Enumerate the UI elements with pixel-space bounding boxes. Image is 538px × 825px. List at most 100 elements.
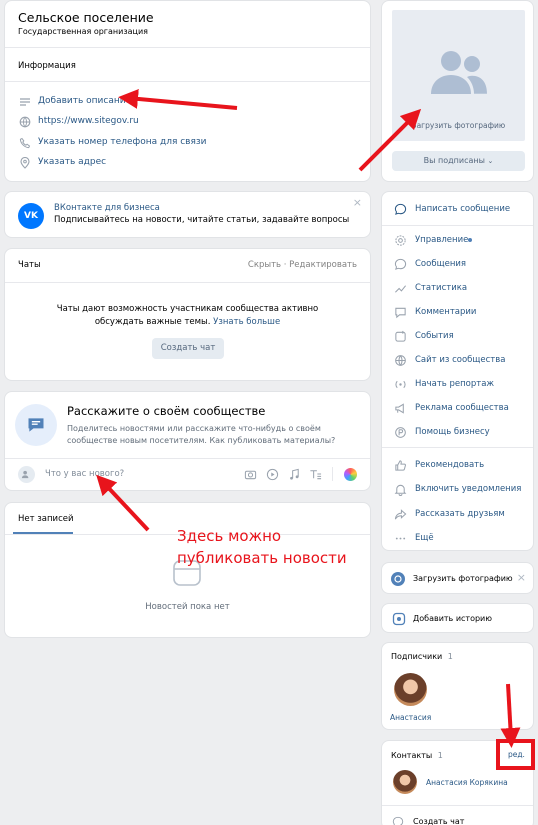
text-format-icon[interactable] bbox=[309, 468, 322, 481]
add-description-row[interactable]: Добавить описание bbox=[5, 93, 205, 111]
chevron-down-icon: ⌄ bbox=[487, 157, 494, 165]
write-message-item[interactable]: Написать сообщение bbox=[392, 199, 532, 219]
vk-business-card[interactable]: VK ВКонтакте для бизнеса Подписывайтесь … bbox=[4, 191, 371, 238]
promo-composer-card: Расскажите о своём сообществе Поделитесь… bbox=[4, 391, 371, 491]
tab-no-posts[interactable]: Нет записей bbox=[18, 514, 74, 524]
coin-icon bbox=[395, 427, 406, 438]
add-description-link[interactable]: Добавить описание bbox=[38, 96, 131, 106]
menu-item-label: Сайт из сообщества bbox=[415, 355, 506, 365]
menu-item-coin[interactable]: Помощь бизнесу bbox=[392, 422, 532, 442]
thumb-up-icon bbox=[395, 460, 406, 471]
menu-item-share[interactable]: Рассказать друзьям bbox=[392, 504, 532, 524]
website-link[interactable]: https://www.sitegov.ru bbox=[38, 116, 139, 126]
address-link[interactable]: Указать адрес bbox=[38, 157, 106, 167]
contacts-edit-link[interactable]: ред. bbox=[508, 750, 525, 759]
menu-item-label: Ещё bbox=[415, 532, 434, 543]
phone-icon bbox=[19, 137, 31, 149]
create-chat-button[interactable]: Создать чат bbox=[152, 338, 224, 359]
upload-photo-card[interactable]: Загрузить фотографию × bbox=[381, 562, 534, 594]
more-icon bbox=[395, 537, 406, 540]
chats-desc-line1: Чаты дают возможность участникам сообщес… bbox=[56, 304, 319, 314]
menu-item-label: Реклама сообщества bbox=[415, 403, 509, 413]
annotation-line2: публиковать новости bbox=[177, 549, 347, 567]
text-lines-icon bbox=[20, 98, 30, 106]
menu-item-globe[interactable]: Сайт из сообщества bbox=[392, 350, 532, 370]
menu-item-megaphone[interactable]: Реклама сообщества bbox=[392, 398, 532, 418]
menu-item-label: Рекомендовать bbox=[415, 460, 485, 470]
divider bbox=[5, 81, 370, 82]
menu-item-label: Включить уведомления bbox=[415, 484, 522, 495]
add-story-card[interactable]: Добавить историю bbox=[381, 603, 534, 633]
upload-photo-link[interactable]: Загрузить фотографию bbox=[392, 121, 525, 130]
annotation-line1: Здесь можно bbox=[177, 527, 282, 545]
bell-icon bbox=[394, 485, 407, 497]
contact-avatar[interactable] bbox=[393, 770, 417, 794]
vk-logo-icon: VK bbox=[18, 203, 44, 229]
close-icon[interactable]: × bbox=[353, 196, 362, 209]
subscriber-name[interactable]: Анастасия bbox=[390, 713, 431, 722]
share-icon bbox=[394, 508, 407, 519]
menu-item-comment[interactable]: Комментарии bbox=[392, 302, 532, 322]
menu-item-more[interactable]: Ещё bbox=[392, 528, 532, 548]
menu-item-event[interactable]: События bbox=[392, 326, 532, 346]
manage-dot bbox=[468, 238, 472, 242]
subscribers-count: 1 bbox=[447, 652, 453, 661]
menu-item-label: Рассказать друзьям bbox=[415, 508, 505, 519]
menu-item-broadcast[interactable]: Начать репортаж bbox=[392, 374, 532, 394]
menu-item-bell[interactable]: Включить уведомления bbox=[392, 479, 532, 499]
group-info-card: Сельское поселение Государственная орган… bbox=[4, 0, 371, 182]
menu-item-label: Управление bbox=[415, 235, 469, 245]
website-row[interactable]: https://www.sitegov.ru bbox=[5, 113, 205, 131]
phone-link[interactable]: Указать номер телефона для связи bbox=[38, 137, 207, 147]
broadcast-icon bbox=[395, 380, 406, 389]
subscriber-avatar[interactable] bbox=[394, 673, 427, 706]
create-chat-item[interactable]: Создать чат bbox=[382, 813, 533, 825]
music-icon[interactable] bbox=[288, 468, 301, 481]
divider bbox=[5, 47, 370, 48]
users-icon bbox=[21, 470, 29, 479]
promo-text-line1: Поделитесь новостями или расскажите что-… bbox=[67, 424, 321, 433]
subscribed-label: Вы подписаны bbox=[423, 156, 485, 165]
contacts-count: 1 bbox=[437, 751, 443, 760]
menu-item-chart[interactable]: Статистика bbox=[392, 278, 532, 298]
phone-row[interactable]: Указать номер телефона для связи bbox=[5, 134, 225, 152]
composer-input[interactable]: Что у вас нового? bbox=[45, 469, 225, 479]
message-bubble-icon bbox=[28, 418, 44, 432]
gear-icon bbox=[395, 235, 406, 246]
business-subtitle: Подписывайтесь на новости, читайте стать… bbox=[54, 215, 350, 225]
subscribers-header: Подписчики 1 bbox=[391, 652, 453, 661]
publish-help-link[interactable]: Как публиковать материалы? bbox=[210, 436, 336, 445]
close-icon[interactable]: × bbox=[517, 571, 526, 584]
add-story-label: Добавить историю bbox=[413, 614, 492, 623]
megaphone-icon bbox=[395, 403, 404, 414]
learn-more-link[interactable]: Узнать больше bbox=[213, 317, 280, 327]
address-row[interactable]: Указать адрес bbox=[5, 154, 205, 172]
globe-icon bbox=[19, 116, 31, 128]
edit-link[interactable]: Редактировать bbox=[289, 260, 357, 270]
contacts-card: Контакты 1 ред. Анастасия Корякина Созда… bbox=[381, 740, 534, 825]
hide-link[interactable]: Скрыть bbox=[248, 260, 281, 270]
group-name: Сельское поселение bbox=[18, 10, 154, 25]
chats-desc-line2-wrap: обсуждать важные темы. Узнать больше bbox=[5, 316, 370, 329]
menu-item-label: Начать репортаж bbox=[415, 379, 495, 389]
menu-item-message[interactable]: Сообщения bbox=[392, 254, 532, 274]
chats-desc-line2: обсуждать важные темы. bbox=[94, 317, 211, 327]
ai-color-icon[interactable] bbox=[344, 468, 357, 481]
camera-icon bbox=[391, 572, 405, 586]
location-pin-icon bbox=[20, 157, 30, 169]
menu-item-thumb-up[interactable]: Рекомендовать bbox=[392, 455, 532, 475]
photo-placeholder[interactable]: Загрузить фотографию bbox=[392, 10, 525, 141]
megaphone-avatar bbox=[15, 404, 57, 446]
subscribed-button[interactable]: Вы подписаны ⌄ bbox=[392, 151, 525, 171]
camera-icon[interactable] bbox=[244, 468, 257, 481]
chart-icon bbox=[395, 285, 407, 293]
divider bbox=[382, 447, 533, 448]
divider bbox=[5, 282, 370, 283]
menu-item-label: Статистика bbox=[415, 283, 468, 293]
contact-name[interactable]: Анастасия Корякина bbox=[426, 778, 508, 787]
video-icon[interactable] bbox=[266, 468, 279, 481]
info-header: Информация bbox=[18, 61, 76, 71]
chats-actions: Скрыть · Редактировать bbox=[248, 260, 357, 270]
message-icon bbox=[392, 816, 404, 825]
menu-item-gear[interactable]: Управление bbox=[392, 230, 532, 250]
